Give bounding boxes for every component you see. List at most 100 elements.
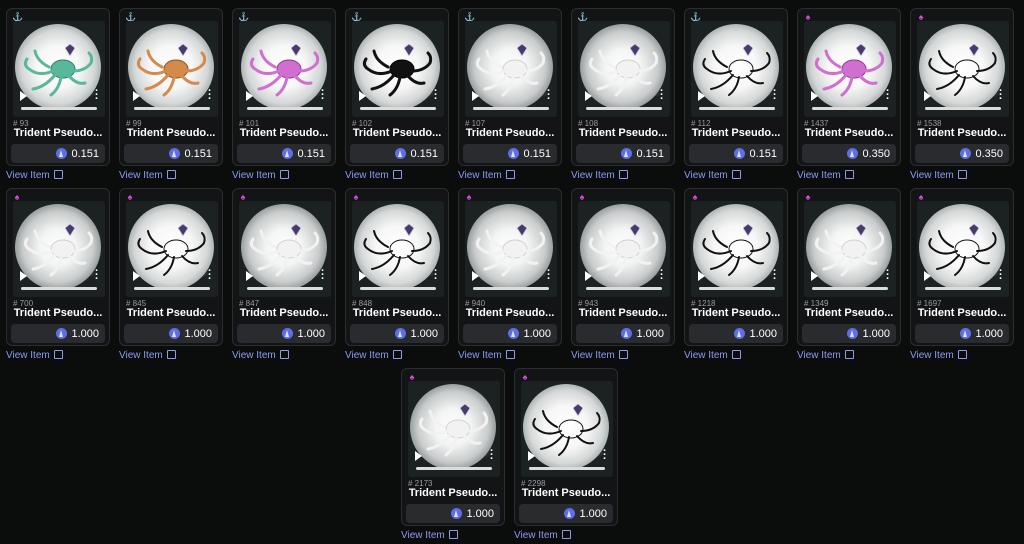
view-item-link[interactable]: View Item <box>345 349 402 361</box>
more-options-icon[interactable]: · · · <box>95 266 99 285</box>
play-icon[interactable] <box>133 91 140 101</box>
more-options-icon[interactable]: · · · <box>886 266 890 285</box>
nft-artwork[interactable]: · · · <box>917 21 1009 117</box>
media-progress-bar[interactable] <box>21 287 97 290</box>
nft-artwork[interactable]: · · · <box>465 201 557 297</box>
nft-card[interactable]: ♠ · · · # 1437 Trident Pseudo... 0.350 <box>797 8 901 166</box>
media-progress-bar[interactable] <box>699 287 775 290</box>
view-item-link[interactable]: View Item <box>684 169 741 181</box>
nft-card[interactable]: ⚓ · · · # 107 Trident Pseudo... 0.151 <box>458 8 562 166</box>
view-item-link[interactable]: View Item <box>910 349 967 361</box>
play-icon[interactable] <box>528 451 535 461</box>
view-item-link[interactable]: View Item <box>458 349 515 361</box>
more-options-icon[interactable]: · · · <box>434 86 438 105</box>
view-item-link[interactable]: View Item <box>345 169 402 181</box>
more-options-icon[interactable]: · · · <box>208 266 212 285</box>
play-icon[interactable] <box>472 91 479 101</box>
nft-card[interactable]: ♠ · · · # 848 Trident Pseudo... 1.000 <box>345 188 449 346</box>
nft-artwork[interactable]: · · · <box>239 21 331 117</box>
media-progress-bar[interactable] <box>134 107 210 110</box>
nft-card[interactable]: ♠ · · · # 1697 Trident Pseudo... 1.000 <box>910 188 1014 346</box>
nft-card[interactable]: ♠ · · · # 1349 Trident Pseudo... 1.000 <box>797 188 901 346</box>
nft-artwork[interactable]: · · · <box>13 21 105 117</box>
nft-artwork[interactable]: · · · <box>691 201 783 297</box>
view-item-link[interactable]: View Item <box>797 349 854 361</box>
nft-card[interactable]: ♠ · · · # 943 Trident Pseudo... 1.000 <box>571 188 675 346</box>
play-icon[interactable] <box>924 271 931 281</box>
play-icon[interactable] <box>472 271 479 281</box>
play-icon[interactable] <box>698 271 705 281</box>
play-icon[interactable] <box>585 271 592 281</box>
view-item-link[interactable]: View Item <box>684 349 741 361</box>
nft-artwork[interactable]: · · · <box>352 201 444 297</box>
media-progress-bar[interactable] <box>134 287 210 290</box>
play-icon[interactable] <box>698 91 705 101</box>
media-progress-bar[interactable] <box>925 107 1001 110</box>
play-icon[interactable] <box>359 271 366 281</box>
more-options-icon[interactable]: · · · <box>999 86 1003 105</box>
nft-card[interactable]: ♠ · · · # 2298 Trident Pseudo... 1.000 <box>514 368 618 526</box>
media-progress-bar[interactable] <box>473 287 549 290</box>
media-progress-bar[interactable] <box>812 107 888 110</box>
view-item-link[interactable]: View Item <box>910 169 967 181</box>
more-options-icon[interactable]: · · · <box>490 446 494 465</box>
media-progress-bar[interactable] <box>529 467 605 470</box>
more-options-icon[interactable]: · · · <box>547 86 551 105</box>
more-options-icon[interactable]: · · · <box>660 86 664 105</box>
view-item-link[interactable]: View Item <box>571 349 628 361</box>
media-progress-bar[interactable] <box>586 107 662 110</box>
play-icon[interactable] <box>415 451 422 461</box>
view-item-link[interactable]: View Item <box>797 169 854 181</box>
nft-artwork[interactable]: · · · <box>804 21 896 117</box>
view-item-link[interactable]: View Item <box>232 169 289 181</box>
more-options-icon[interactable]: · · · <box>208 86 212 105</box>
nft-card[interactable]: ♠ · · · # 845 Trident Pseudo... 1.000 <box>119 188 223 346</box>
nft-card[interactable]: ♠ · · · # 2173 Trident Pseudo... 1.000 <box>401 368 505 526</box>
play-icon[interactable] <box>246 271 253 281</box>
more-options-icon[interactable]: · · · <box>773 266 777 285</box>
play-icon[interactable] <box>924 91 931 101</box>
more-options-icon[interactable]: · · · <box>321 86 325 105</box>
more-options-icon[interactable]: · · · <box>434 266 438 285</box>
nft-card[interactable]: ♠ · · · # 847 Trident Pseudo... 1.000 <box>232 188 336 346</box>
play-icon[interactable] <box>246 91 253 101</box>
media-progress-bar[interactable] <box>586 287 662 290</box>
play-icon[interactable] <box>20 271 27 281</box>
play-icon[interactable] <box>359 91 366 101</box>
nft-card[interactable]: ♠ · · · # 940 Trident Pseudo... 1.000 <box>458 188 562 346</box>
nft-artwork[interactable]: · · · <box>804 201 896 297</box>
media-progress-bar[interactable] <box>247 287 323 290</box>
play-icon[interactable] <box>20 91 27 101</box>
nft-card[interactable]: ⚓ · · · # 99 Trident Pseudo... 0.151 <box>119 8 223 166</box>
nft-card[interactable]: ⚓ · · · # 102 Trident Pseudo... 0.151 <box>345 8 449 166</box>
more-options-icon[interactable]: · · · <box>660 266 664 285</box>
view-item-link[interactable]: View Item <box>458 169 515 181</box>
more-options-icon[interactable]: · · · <box>321 266 325 285</box>
view-item-link[interactable]: View Item <box>514 529 571 541</box>
media-progress-bar[interactable] <box>699 107 775 110</box>
view-item-link[interactable]: View Item <box>401 529 458 541</box>
nft-card[interactable]: ⚓ · · · # 112 Trident Pseudo... 0.151 <box>684 8 788 166</box>
nft-artwork[interactable]: · · · <box>578 201 670 297</box>
nft-artwork[interactable]: · · · <box>408 381 500 477</box>
view-item-link[interactable]: View Item <box>6 169 63 181</box>
nft-artwork[interactable]: · · · <box>13 201 105 297</box>
view-item-link[interactable]: View Item <box>571 169 628 181</box>
nft-artwork[interactable]: · · · <box>465 21 557 117</box>
nft-card[interactable]: ⚓ · · · # 93 Trident Pseudo... 0.151 <box>6 8 110 166</box>
nft-card[interactable]: ⚓ · · · # 101 Trident Pseudo... 0.151 <box>232 8 336 166</box>
nft-card[interactable]: ♠ · · · # 1218 Trident Pseudo... 1.000 <box>684 188 788 346</box>
media-progress-bar[interactable] <box>247 107 323 110</box>
view-item-link[interactable]: View Item <box>119 169 176 181</box>
play-icon[interactable] <box>133 271 140 281</box>
view-item-link[interactable]: View Item <box>232 349 289 361</box>
nft-artwork[interactable]: · · · <box>126 201 218 297</box>
more-options-icon[interactable]: · · · <box>886 86 890 105</box>
media-progress-bar[interactable] <box>925 287 1001 290</box>
nft-artwork[interactable]: · · · <box>691 21 783 117</box>
play-icon[interactable] <box>811 91 818 101</box>
media-progress-bar[interactable] <box>473 107 549 110</box>
more-options-icon[interactable]: · · · <box>95 86 99 105</box>
nft-artwork[interactable]: · · · <box>917 201 1009 297</box>
media-progress-bar[interactable] <box>812 287 888 290</box>
